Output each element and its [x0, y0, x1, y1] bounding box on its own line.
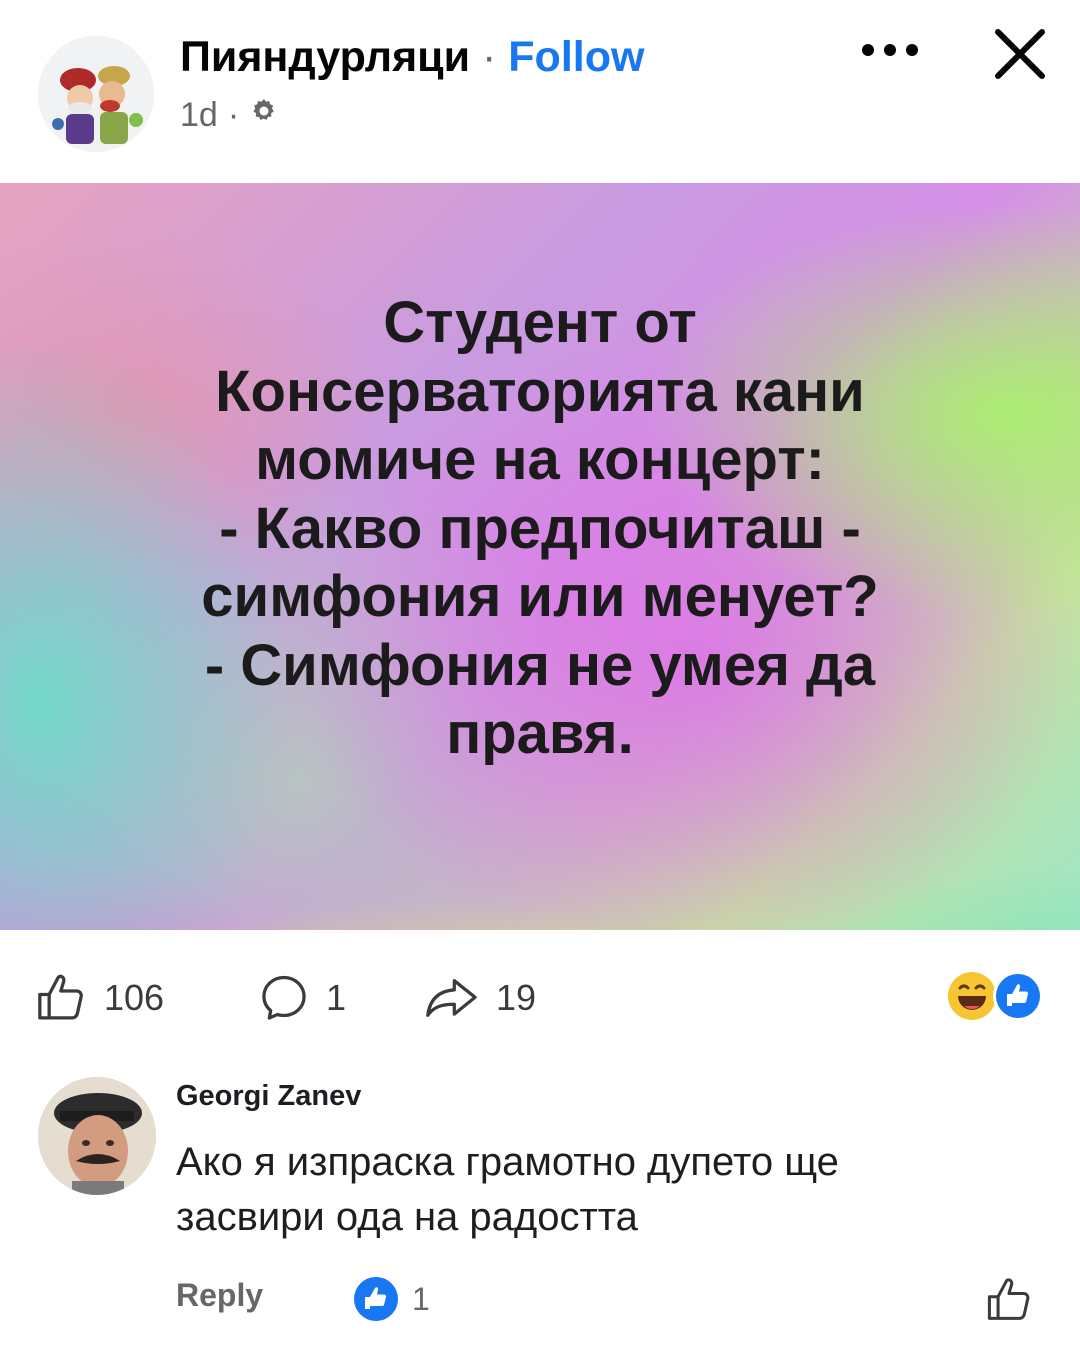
- comment-icon: [262, 975, 306, 1020]
- follow-button[interactable]: Follow: [508, 33, 644, 81]
- post-time[interactable]: 1d: [180, 96, 218, 135]
- more-options-button[interactable]: [858, 26, 922, 74]
- share-count: 19: [496, 977, 537, 1018]
- post-text-line: Студент от: [383, 290, 697, 355]
- commenter-avatar[interactable]: [38, 1077, 156, 1195]
- post-text-line: - Какво предпочиташ -: [219, 495, 861, 561]
- comment-reaction-count: 1: [412, 1280, 430, 1317]
- like-reaction-icon: [993, 971, 1043, 1021]
- post-header-title: Пияндурляци · Follow: [180, 33, 644, 82]
- post-text-line: симфония или менует?: [201, 564, 879, 629]
- page-avatar-image: [38, 36, 154, 152]
- comment-body: Ако я изпраска грамотно дупето ще засвир…: [176, 1135, 1036, 1245]
- post-meta: 1d ·: [180, 96, 279, 135]
- comment-button[interactable]: 1: [256, 968, 346, 1028]
- comment-count: 1: [326, 977, 347, 1018]
- reply-button[interactable]: Reply: [176, 1277, 263, 1314]
- commenter-name[interactable]: Georgi Zanev: [176, 1080, 361, 1113]
- comment-text-line: засвири ода на радостта: [176, 1195, 638, 1239]
- reaction-summary[interactable]: [946, 968, 1046, 1024]
- close-icon: [995, 29, 1045, 79]
- thumbs-up-icon: [987, 1278, 1030, 1320]
- post-text-line: момиче на концерт:: [255, 427, 825, 492]
- comment-reaction-summary[interactable]: 1: [352, 1275, 430, 1323]
- page-name-link[interactable]: Пияндурляци: [180, 33, 470, 81]
- gear-icon: [249, 96, 279, 135]
- haha-emoji-icon: [948, 972, 996, 1020]
- close-button[interactable]: [986, 20, 1054, 88]
- comment-text-line: Ако я изпраска грамотно дупето ще: [176, 1140, 839, 1184]
- share-button[interactable]: 19: [422, 968, 536, 1028]
- page-avatar[interactable]: [38, 36, 154, 152]
- commenter-avatar-image: [38, 1077, 156, 1195]
- thumbs-up-icon: [38, 974, 83, 1020]
- post-text-line: Консерваторията кани: [215, 358, 865, 424]
- comment-like-button[interactable]: [984, 1274, 1036, 1326]
- like-reaction-icon: [354, 1277, 398, 1321]
- post-image-text: Студент от Консерваторията кани момиче н…: [0, 289, 1080, 769]
- like-button[interactable]: 106: [34, 968, 164, 1028]
- post-text-line: - Симфония не умея да: [204, 632, 876, 698]
- share-icon: [426, 979, 477, 1017]
- post-text-line: правя.: [446, 701, 634, 766]
- meta-separator: ·: [227, 96, 240, 134]
- like-count: 106: [104, 977, 165, 1018]
- title-separator: ·: [482, 33, 497, 81]
- post-image[interactable]: Студент от Консерваторията кани момиче н…: [0, 183, 1080, 930]
- more-horizontal-icon: [862, 44, 918, 56]
